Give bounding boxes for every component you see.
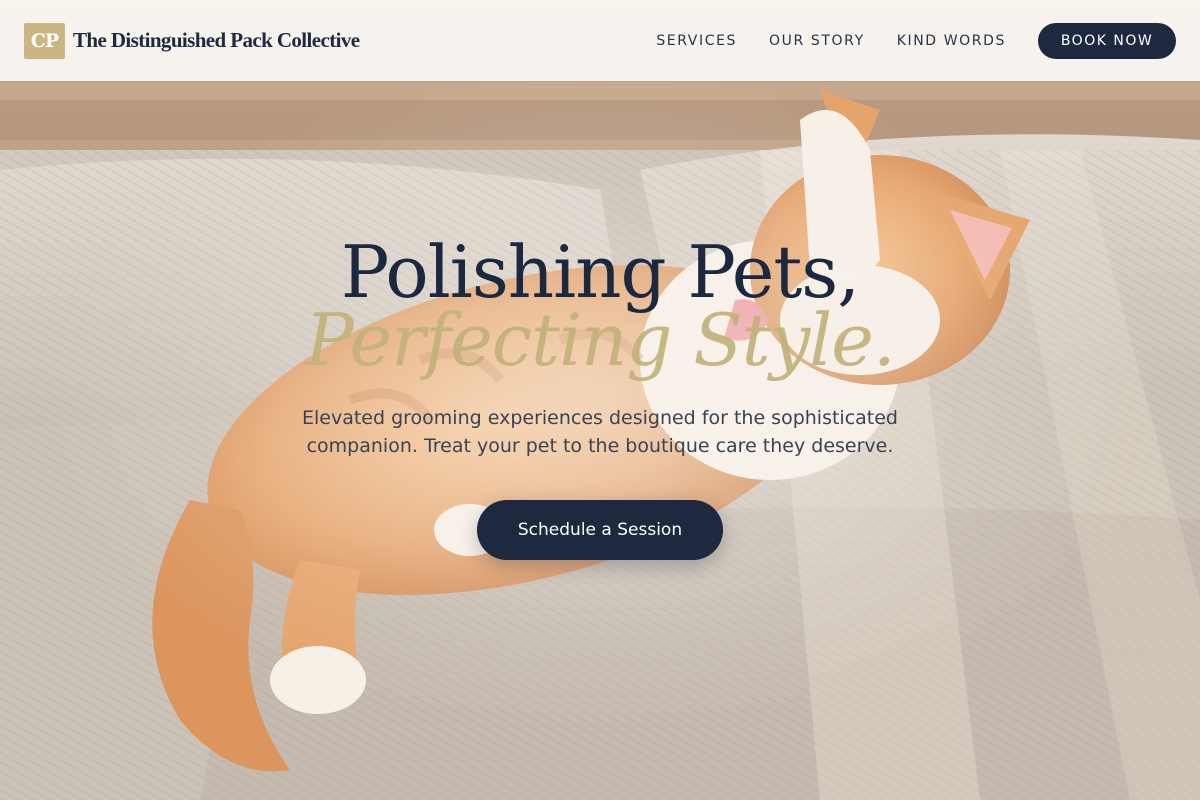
- nav-link-our-story[interactable]: OUR STORY: [769, 33, 865, 49]
- nav-link-kind-words[interactable]: KIND WORDS: [897, 33, 1006, 49]
- hero-subtext: Elevated grooming experiences designed f…: [301, 407, 898, 457]
- hero-headline: Polishing Pets, Perfecting Style.: [0, 232, 1200, 380]
- schedule-session-button[interactable]: Schedule a Session: [477, 500, 723, 560]
- hero-section: Polishing Pets, Perfecting Style. Elevat…: [0, 232, 1200, 560]
- headline-line-2: Perfecting Style.: [305, 298, 896, 382]
- brand-name: The Distinguished Pack Collective: [73, 28, 360, 52]
- site-header: CP The Distinguished Pack Collective SER…: [0, 0, 1200, 81]
- nav-link-services[interactable]: SERVICES: [656, 33, 737, 49]
- logo-monogram: CP: [24, 22, 65, 59]
- main-nav: SERVICES OUR STORY KIND WORDS BOOK NOW: [656, 22, 1176, 59]
- book-now-button[interactable]: BOOK NOW: [1038, 22, 1176, 59]
- brand-logo-link[interactable]: CP The Distinguished Pack Collective: [24, 22, 360, 59]
